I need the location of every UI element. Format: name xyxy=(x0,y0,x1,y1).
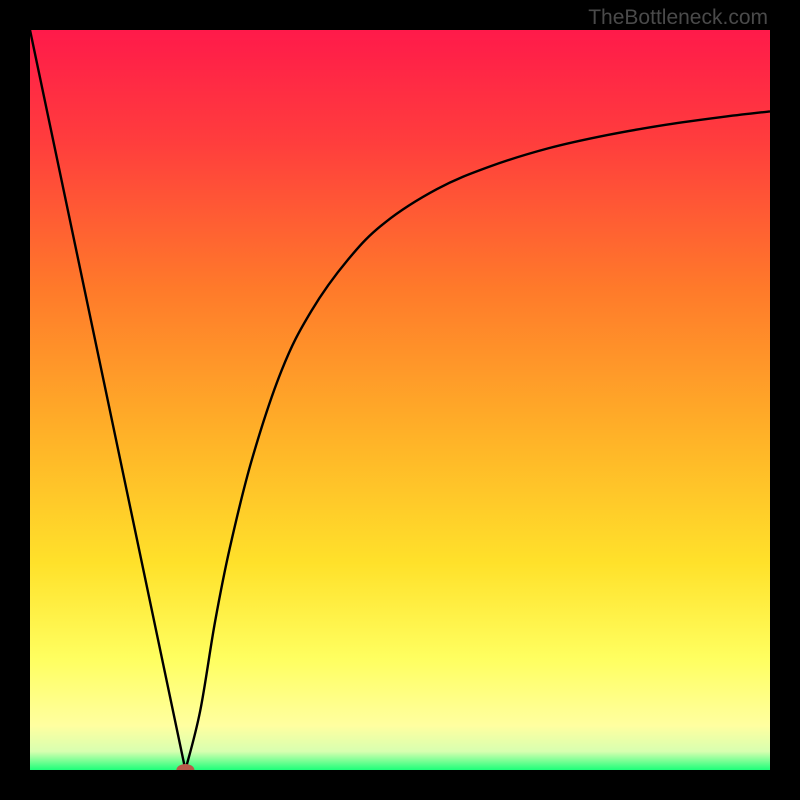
chart-container: TheBottleneck.com xyxy=(0,0,800,800)
chart-svg xyxy=(30,30,770,770)
watermark-text: TheBottleneck.com xyxy=(588,6,768,30)
gradient-background xyxy=(30,30,770,770)
plot-area xyxy=(30,30,770,770)
